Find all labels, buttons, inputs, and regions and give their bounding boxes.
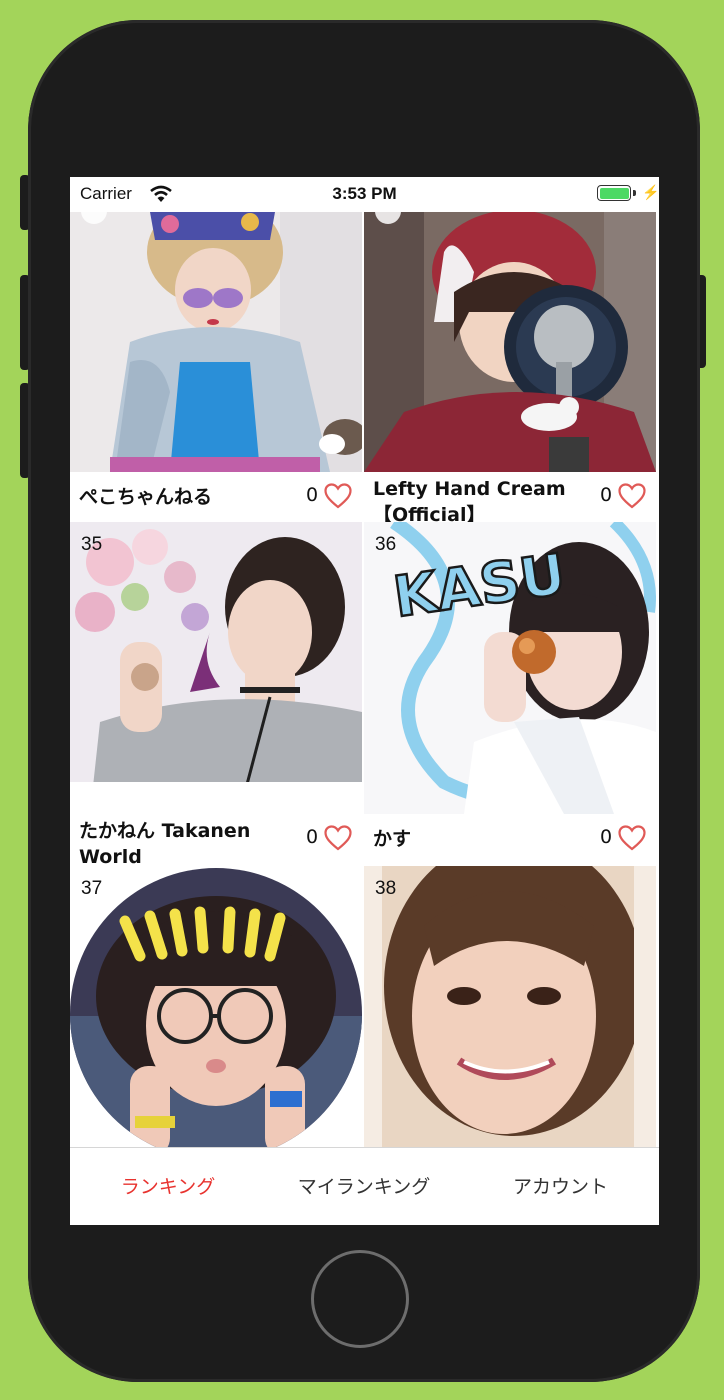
photo-woman-flowers	[70, 522, 362, 782]
rank-number: 35	[81, 534, 103, 555]
like-count: 0	[600, 484, 613, 506]
battery-icon	[597, 185, 631, 201]
photo-woman-microphone	[364, 212, 656, 472]
tab-account[interactable]: アカウント	[462, 1148, 659, 1225]
ranking-grid: ぺこちゃんねる 0 Lefty Hand Cream【Official】 0 3…	[70, 212, 659, 1147]
status-bar: Carrier 3:53 PM ⚡	[70, 177, 659, 212]
channel-name: ぺこちゃんねる	[79, 486, 213, 508]
heart-icon[interactable]	[618, 825, 646, 851]
battery-cap	[633, 190, 636, 196]
like-count: 0	[600, 826, 613, 848]
channel-name: Lefty Hand Cream【Official】	[373, 478, 566, 526]
home-button[interactable]	[311, 1250, 409, 1348]
ranking-tile-photo[interactable]	[364, 212, 656, 472]
photo-kasu-girl: KASU	[364, 522, 656, 814]
ranking-tile-photo[interactable]: 38	[364, 866, 656, 1147]
tile-caption: Lefty Hand Cream【Official】 0	[364, 472, 656, 526]
photo-pink-hair-woman	[70, 212, 362, 472]
rank-number: 36	[375, 534, 397, 555]
tile-caption: ぺこちゃんねる 0	[70, 472, 362, 524]
heart-icon[interactable]	[618, 483, 646, 509]
ranking-tile-photo[interactable]	[70, 212, 362, 472]
rank-number: 37	[81, 878, 103, 899]
ranking-tile-photo[interactable]: 37	[70, 866, 362, 1147]
channel-name: かす	[373, 828, 412, 850]
tile-caption: たかねん Takanen World 0	[70, 814, 362, 868]
clock: 3:53 PM	[332, 184, 397, 203]
channel-name: たかねん Takanen World	[79, 820, 251, 868]
tile-caption: かす 0	[364, 814, 656, 866]
charging-bolt-icon: ⚡	[642, 184, 659, 200]
photo-smiling-woman	[364, 866, 656, 1147]
tab-bar: ランキング マイランキング アカウント	[70, 1147, 659, 1225]
like-count: 0	[306, 484, 319, 506]
photo-glasses-girl-circle	[70, 866, 362, 1147]
like-count: 0	[306, 826, 319, 848]
heart-icon[interactable]	[324, 483, 352, 509]
tab-my-ranking[interactable]: マイランキング	[266, 1148, 462, 1225]
tab-ranking[interactable]: ランキング	[70, 1148, 266, 1225]
app-screen: Carrier 3:53 PM ⚡ ぺこちゃんねる 0 Lefty Hand C…	[70, 177, 659, 1225]
ranking-tile-photo[interactable]: 35	[70, 522, 362, 782]
heart-icon[interactable]	[324, 825, 352, 851]
ranking-tile-photo[interactable]: KASU 36	[364, 522, 656, 814]
rank-number: 38	[375, 878, 397, 899]
